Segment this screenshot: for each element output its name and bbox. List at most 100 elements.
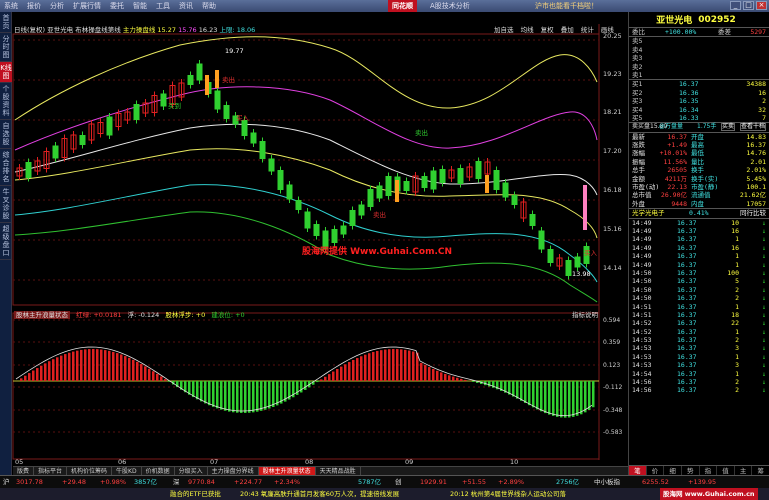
stat-key: 金额: [632, 174, 645, 183]
peer-compare-button[interactable]: 同行比较: [740, 209, 766, 217]
candle: [385, 176, 392, 196]
histogram-bar: [412, 351, 415, 381]
down-arrow-icon: ↓: [762, 294, 766, 303]
right-tab[interactable]: 笔: [629, 466, 647, 475]
sell-row[interactable]: 卖5: [629, 37, 769, 45]
adjust-button[interactable]: 复权: [541, 26, 554, 34]
indicator-help-button[interactable]: 指标说明: [572, 309, 598, 319]
add-watchlist-button[interactable]: 加自选: [494, 26, 514, 34]
candle: [160, 93, 167, 107]
stat-key: 总手: [632, 166, 645, 175]
overlay-button[interactable]: 叠加: [561, 26, 574, 34]
stat-value: 16.37: [746, 141, 766, 150]
price-tick: 19.23: [603, 70, 622, 78]
indicator-tab[interactable]: 机构价位筹码: [67, 467, 113, 475]
stats-button[interactable]: 统计: [581, 26, 594, 34]
indicator-tab[interactable]: 牛股KD: [112, 467, 142, 475]
sell-row[interactable]: 卖2: [629, 63, 769, 71]
candle: [187, 75, 194, 85]
histogram-bar: [216, 381, 219, 409]
down-arrow-icon: ↓: [762, 327, 766, 336]
histogram-bar: [72, 351, 75, 381]
histogram-bar: [428, 367, 431, 381]
candle: [241, 120, 248, 136]
candle: [439, 169, 446, 183]
buy-row[interactable]: 买2 16.36 16: [629, 89, 769, 97]
tick-volume: 1: [735, 327, 739, 336]
indicator-tab[interactable]: 指标平台: [34, 467, 68, 475]
period-label[interactable]: 日线(复权): [14, 26, 45, 34]
stat-key: 流通值: [691, 191, 711, 200]
histogram-bar: [512, 381, 515, 397]
histogram-bar: [276, 381, 279, 406]
buy-row[interactable]: 买3 16.35 2: [629, 97, 769, 105]
buy-row[interactable]: 买5 16.33 7: [629, 114, 769, 122]
histogram-bar: [408, 350, 411, 381]
indicator-tab[interactable]: 价机数据: [142, 467, 175, 475]
right-tab[interactable]: 细: [664, 466, 682, 475]
stat-value: 2.01%: [746, 166, 766, 175]
indicator-tab[interactable]: 主力操盘分界线: [208, 467, 259, 475]
buy-sell-button[interactable]: 买卖: [721, 123, 736, 132]
tick-volume: 3: [735, 344, 739, 353]
highlight-candle: [395, 180, 399, 202]
ma-button[interactable]: 均线: [521, 26, 534, 34]
sell-book: 卖5 卖4 卖3 卖2 卖1: [629, 37, 769, 81]
buy-row[interactable]: 买4 16.34 32: [629, 106, 769, 114]
indicator-tab[interactable]: 分级买入: [175, 467, 208, 475]
tick-row: 14:49 16.37 16 ↓: [629, 244, 769, 252]
histogram-bar: [196, 381, 199, 400]
draw-button[interactable]: 画线: [601, 26, 614, 34]
indicator-title[interactable]: 股林主升浪量状态: [14, 311, 70, 319]
tick-price: 16.37: [677, 369, 697, 378]
stat-value: 4211万: [664, 174, 687, 183]
histogram-bar: [24, 375, 27, 381]
news-item[interactable]: 20:12 杭州第4届世界线杂人运动公司落: [450, 488, 566, 500]
right-tab[interactable]: 指: [700, 466, 718, 475]
right-tab[interactable]: 值: [717, 466, 735, 475]
histogram-bar: [392, 349, 395, 381]
stat-key: 外盘: [632, 199, 645, 208]
histogram-bar: [404, 349, 407, 381]
histogram-bar: [444, 373, 447, 381]
bull-label: 主力操盘线: [122, 26, 156, 34]
indicator-tick: -0.348: [603, 407, 623, 414]
stat-key: 最新: [632, 132, 645, 141]
sector-name[interactable]: 光学光电子: [632, 209, 665, 217]
sell-row[interactable]: 卖1: [629, 71, 769, 79]
right-tab[interactable]: 势: [682, 466, 700, 475]
tick-volume: 1: [735, 252, 739, 261]
buy-price: 16.34: [679, 105, 699, 114]
right-tab[interactable]: 价: [647, 466, 665, 475]
candle: [457, 168, 464, 184]
histogram-bar: [384, 349, 387, 381]
ratio-value: +100.00%: [665, 28, 697, 36]
news-ticker[interactable]: 融合的ETF已获批 20:43 氧廉高肤升通首月发客60万人次，提速倍线发展 2…: [0, 488, 769, 500]
buy-label: 买1: [632, 80, 643, 89]
indicator-tab[interactable]: 天天精品战胜: [316, 467, 361, 475]
indicator-value-3: 股林浮步: +0: [165, 311, 206, 319]
sell-row[interactable]: 卖4: [629, 46, 769, 54]
candle: [313, 224, 320, 236]
histogram-bar: [244, 381, 247, 413]
sell-row[interactable]: 卖3: [629, 54, 769, 62]
news-item[interactable]: 融合的ETF已获批: [170, 488, 221, 500]
indicator-tab[interactable]: 版费: [13, 467, 35, 475]
buy-row[interactable]: 买1 16.37 34388: [629, 80, 769, 88]
histogram-bar: [112, 351, 115, 381]
histogram-bar: [56, 357, 59, 381]
histogram-bar: [516, 381, 519, 399]
indicator-histogram: [20, 349, 595, 418]
right-tab[interactable]: 主: [735, 466, 753, 475]
histogram-bar: [212, 381, 215, 407]
sector-row[interactable]: 光学光电子 0.41% 同行比较: [629, 209, 769, 219]
indicator-tab[interactable]: 股林主升浪量状态: [258, 467, 316, 475]
tick-list[interactable]: 14:49 16.37 10 ↓ 14:49 16.37 16 ↓ 14:49 16.37 1 ↓ 14…: [629, 219, 769, 395]
histogram-bar: [520, 381, 523, 401]
ten-level-button[interactable]: 查看十档: [739, 123, 766, 132]
chart-toolbar: 加自选 均线 复权 叠加 统计 画线: [494, 24, 619, 34]
news-item[interactable]: 20:43 氧廉高肤升通首月发客60万人次，提速倍线发展: [240, 488, 399, 500]
histogram-bar: [48, 361, 51, 381]
right-tab[interactable]: 筹: [752, 466, 769, 475]
tick-time: 14:50: [632, 277, 652, 286]
